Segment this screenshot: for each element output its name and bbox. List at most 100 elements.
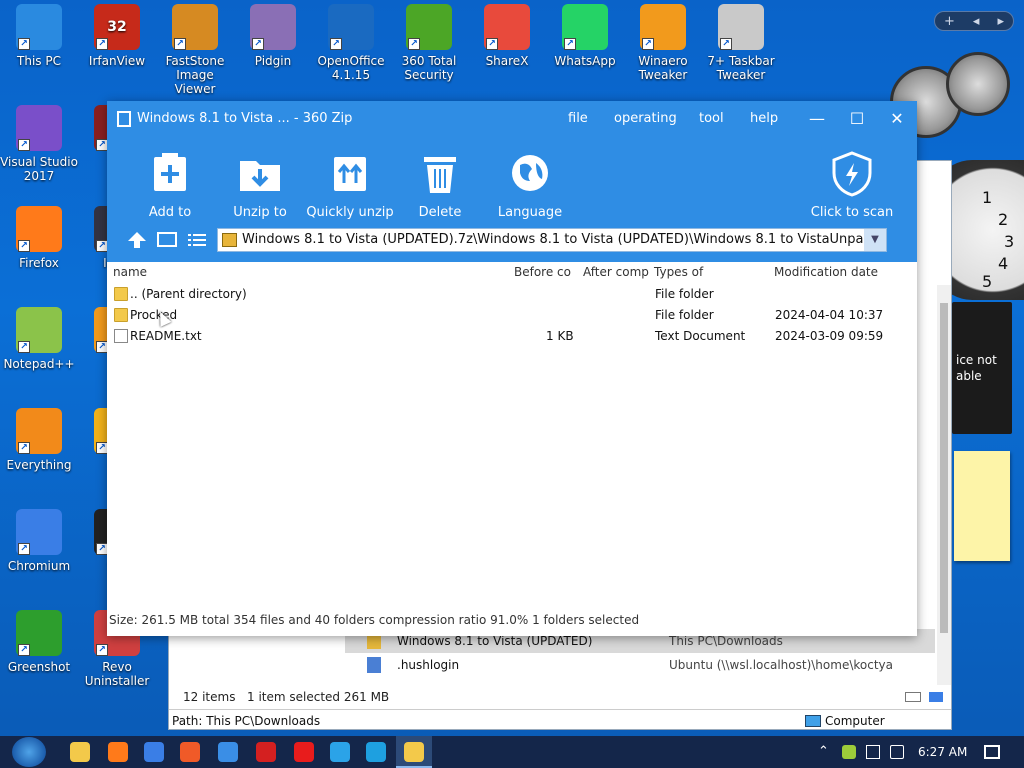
col-after[interactable]: After comp [583, 265, 649, 279]
prev-gadget-icon[interactable]: ◂ [973, 14, 980, 29]
shortcut-arrow-icon: ↗ [18, 38, 30, 50]
add-gadget-icon[interactable]: + [944, 14, 955, 29]
scroll-thumb[interactable] [940, 303, 948, 633]
desktop-icon-irfanview[interactable]: 32 ↗ IrfanView [78, 4, 156, 68]
list-item[interactable]: .. (Parent directory) File folder [107, 284, 917, 305]
menu-help[interactable]: help [750, 111, 778, 126]
desktop-icon-pidgin[interactable]: ↗ Pidgin [234, 4, 312, 68]
app-icon[interactable] [218, 742, 238, 762]
add-to-icon [148, 151, 192, 195]
add-to-button[interactable]: Add to [125, 151, 215, 220]
firefox-icon[interactable] [108, 742, 128, 762]
minimize-button[interactable]: — [804, 107, 830, 131]
desktop-icon-label: 7+ Taskbar Tweaker [707, 54, 775, 82]
table-row[interactable]: .hushlogin Ubuntu (\\wsl.localhost)\home\… [345, 653, 935, 677]
next-gadget-icon[interactable]: ▸ [997, 14, 1004, 29]
file-type: Text Document [655, 329, 746, 343]
file-location: Ubuntu (\\wsl.localhost)\home\koctya [669, 658, 893, 672]
desktop-icon-360-security[interactable]: ↗ 360 Total Security [390, 4, 468, 82]
zip-address-bar[interactable]: Windows 8.1 to Vista (UPDATED).7z\Window… [217, 228, 887, 252]
whatsapp-icon: ↗ [562, 4, 608, 50]
file-explorer-icon[interactable] [70, 742, 90, 762]
list-item[interactable]: README.txt 1 KB Text Document 2024-03-09 09… [107, 326, 917, 347]
desktop-icon-faststone[interactable]: ↗ FastStone Image Viewer [156, 4, 234, 96]
icon-badge: 32 [107, 19, 127, 35]
desktop-icon-openoffice[interactable]: ↗ OpenOffice 4.1.15 [312, 4, 390, 82]
delete-icon [418, 151, 462, 195]
desktop-icon-taskbar-tweaker[interactable]: ↗ 7+ Taskbar Tweaker [702, 4, 780, 82]
desktop-icon-label: FastStone Image Viewer [165, 54, 225, 96]
brave-icon[interactable] [180, 742, 200, 762]
shortcut-arrow-icon: ↗ [96, 38, 108, 50]
close-button[interactable]: ✕ [884, 107, 910, 131]
pidgin-icon: ↗ [250, 4, 296, 50]
ram-gauge-gadget[interactable] [946, 52, 1010, 116]
details-view-icon[interactable] [905, 692, 921, 702]
maximize-button[interactable]: ☐ [844, 107, 870, 131]
zip-window[interactable]: Windows 8.1 to Vista ... - 360 Zip file … [107, 101, 917, 636]
firefox-icon: ↗ [16, 206, 62, 252]
desktop-icon-sharex[interactable]: ↗ ShareX [468, 4, 546, 68]
app-icon-2[interactable] [330, 742, 350, 762]
network-icon[interactable] [866, 745, 880, 759]
desktop-icon-notepadpp[interactable]: ↗ Notepad++ [0, 307, 78, 371]
delete-button[interactable]: Delete [395, 151, 485, 220]
list-item[interactable]: Procked File folder 2024-04-04 10:37 [107, 305, 917, 326]
thumbnail-view-icon[interactable] [157, 231, 177, 249]
shortcut-arrow-icon: ↗ [96, 644, 108, 656]
desktop-icon-everything[interactable]: ↗ Everything [0, 408, 78, 472]
chevron-up-icon[interactable]: ⌃ [818, 744, 829, 759]
desktop-icon-label: Chromium [7, 559, 71, 573]
menu-file[interactable]: file [568, 111, 588, 126]
scan-button[interactable]: Click to scan [807, 151, 897, 220]
col-name[interactable]: name [113, 265, 147, 279]
gadget-control-bar[interactable]: + ◂ ▸ [934, 11, 1014, 31]
shortcut-arrow-icon: ↗ [330, 38, 342, 50]
toolbar-label: Add to [148, 205, 192, 220]
desktop-icon-firefox[interactable]: ↗ Firefox [0, 206, 78, 270]
360-zip-icon[interactable] [404, 742, 424, 762]
file-modified: 2024-04-04 10:37 [775, 308, 884, 322]
opera-icon[interactable] [294, 742, 314, 762]
desktop-icon-label: ShareX [485, 54, 529, 68]
volume-muted-icon[interactable] [890, 745, 904, 759]
visual-studio-icon: ↗ [16, 105, 62, 151]
col-type[interactable]: Types of [654, 265, 703, 279]
sticky-note-gadget[interactable] [954, 451, 1010, 561]
wps-icon[interactable] [256, 742, 276, 762]
network-gadget[interactable]: ice not able [952, 302, 1012, 434]
desktop-icon-label: Revo Uninstaller [84, 660, 150, 688]
desktop-icon-chromium[interactable]: ↗ Chromium [0, 509, 78, 573]
tiles-view-icon[interactable] [929, 692, 943, 702]
shortcut-arrow-icon: ↗ [408, 38, 420, 50]
menu-operating[interactable]: operating [614, 111, 677, 126]
explorer-path-bar: Path: This PC\Downloads Computer [169, 709, 951, 731]
tray-app-icon[interactable] [842, 745, 856, 759]
zip-titlebar[interactable]: Windows 8.1 to Vista ... - 360 Zip file … [107, 101, 917, 137]
menu-tool[interactable]: tool [699, 111, 724, 126]
desktop-icon-visual-studio[interactable]: ↗ Visual Studio 2017 [0, 105, 78, 183]
desktop-icon-label: Firefox [19, 256, 59, 270]
skype-icon[interactable] [366, 742, 386, 762]
col-before[interactable]: Before co [514, 265, 571, 279]
desktop-icon-whatsapp[interactable]: ↗ WhatsApp [546, 4, 624, 68]
desktop-icon-winaero[interactable]: ↗ Winaero Tweaker [624, 4, 702, 82]
taskbar-clock[interactable]: 6:27 AM [918, 745, 967, 759]
start-button[interactable] [12, 737, 46, 767]
chevron-down-icon[interactable]: ▼ [864, 229, 886, 251]
text-file-icon [114, 329, 128, 343]
col-modified[interactable]: Modification date [774, 265, 878, 279]
quickly-unzip-button[interactable]: Quickly unzip [305, 151, 395, 220]
unzip-to-button[interactable]: Unzip to [215, 151, 305, 220]
desktop-icon-greenshot[interactable]: ↗ Greenshot [0, 610, 78, 674]
explorer-scrollbar[interactable] [937, 285, 951, 685]
list-view-icon[interactable] [187, 231, 207, 249]
faststone-icon: ↗ [172, 4, 218, 50]
desktop-icon-this-pc[interactable]: ↗ This PC [0, 4, 78, 68]
chromium-icon[interactable] [144, 742, 164, 762]
up-arrow-icon[interactable] [127, 231, 147, 249]
language-button[interactable]: Language [485, 151, 575, 220]
notification-icon[interactable] [984, 745, 1000, 759]
toolbar-label: Unzip to [233, 205, 287, 220]
chromium-icon: ↗ [16, 509, 62, 555]
